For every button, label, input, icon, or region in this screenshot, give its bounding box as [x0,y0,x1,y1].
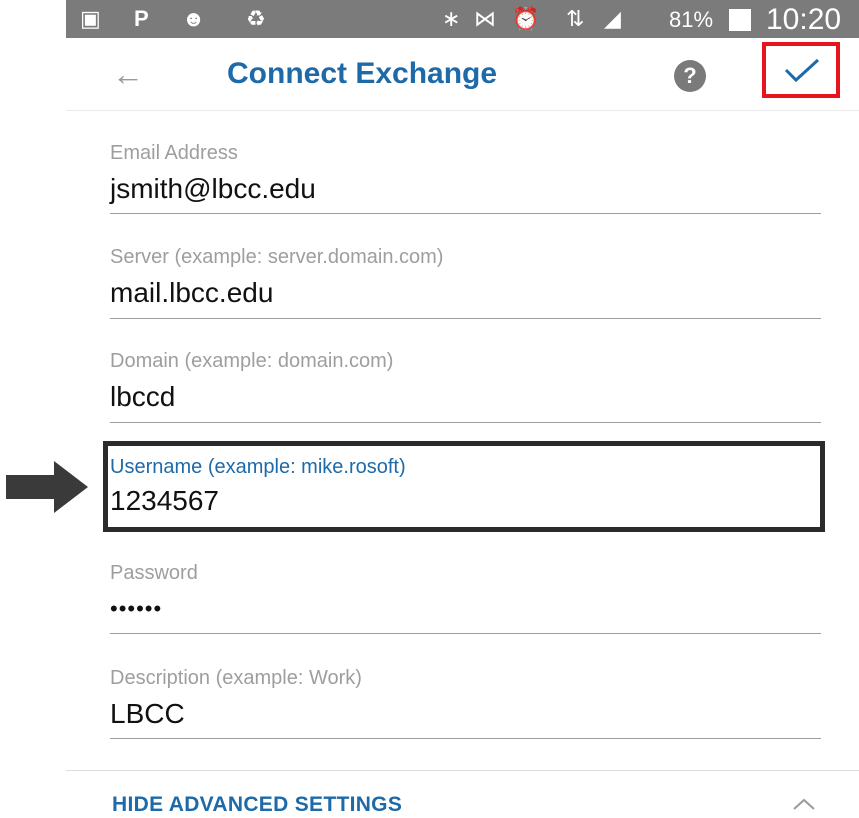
image-notification-icon: ▣ [80,6,101,31]
section-divider [66,770,859,771]
password-underline [110,633,821,634]
description-field[interactable]: Description (example: Work) LBCC [110,666,821,742]
battery-icon [729,9,751,31]
description-underline [110,738,821,739]
email-label: Email Address [110,142,238,164]
chevron-up-icon[interactable] [792,797,816,811]
description-value[interactable]: LBCC [110,698,821,730]
bluetooth-icon: ∗ [442,6,461,31]
description-label: Description (example: Work) [110,667,362,689]
email-underline [110,213,821,214]
server-label: Server (example: server.domain.com) [110,246,444,268]
checkmark-icon [784,58,820,83]
domain-field[interactable]: Domain (example: domain.com) lbccd [110,349,821,425]
domain-underline [110,422,821,423]
password-label: Password [110,562,198,584]
server-underline [110,318,821,319]
save-button[interactable] [762,42,840,98]
domain-label: Domain (example: domain.com) [110,350,394,372]
page-title: Connect Exchange [227,57,498,90]
app-bar: ← Connect Exchange ? [66,38,859,111]
help-icon[interactable]: ? [674,60,706,92]
server-value[interactable]: mail.lbcc.edu [110,277,821,309]
username-highlight-box [103,441,825,532]
mute-icon: ⋈ [474,6,496,31]
back-arrow-icon[interactable]: ← [112,56,144,92]
password-value[interactable]: •••••• [110,593,821,625]
alarm-icon: ⏰ [512,6,540,31]
battery-percent: 81% [669,7,714,32]
app-notification-icon: ☻ [182,6,206,31]
server-field[interactable]: Server (example: server.domain.com) mail… [110,245,821,321]
hide-advanced-settings-button[interactable]: HIDE ADVANCED SETTINGS [112,792,402,818]
email-field[interactable]: Email Address jsmith@lbcc.edu [110,141,821,217]
pointer-arrow-icon [6,461,88,513]
network-icon: ⇅ [566,6,585,31]
status-bar: ▣ P ☻ ♻ ∗ ⋈ ⏰ ⇅ ◢ 81% 10:20 AM [66,0,859,70]
domain-value[interactable]: lbccd [110,381,821,413]
password-field[interactable]: Password •••••• [110,561,821,637]
email-value[interactable]: jsmith@lbcc.edu [110,173,821,205]
recycle-notification-icon: ♻ [246,6,266,31]
p-notification-icon: P [134,6,149,31]
signal-icon: ◢ [604,6,621,31]
